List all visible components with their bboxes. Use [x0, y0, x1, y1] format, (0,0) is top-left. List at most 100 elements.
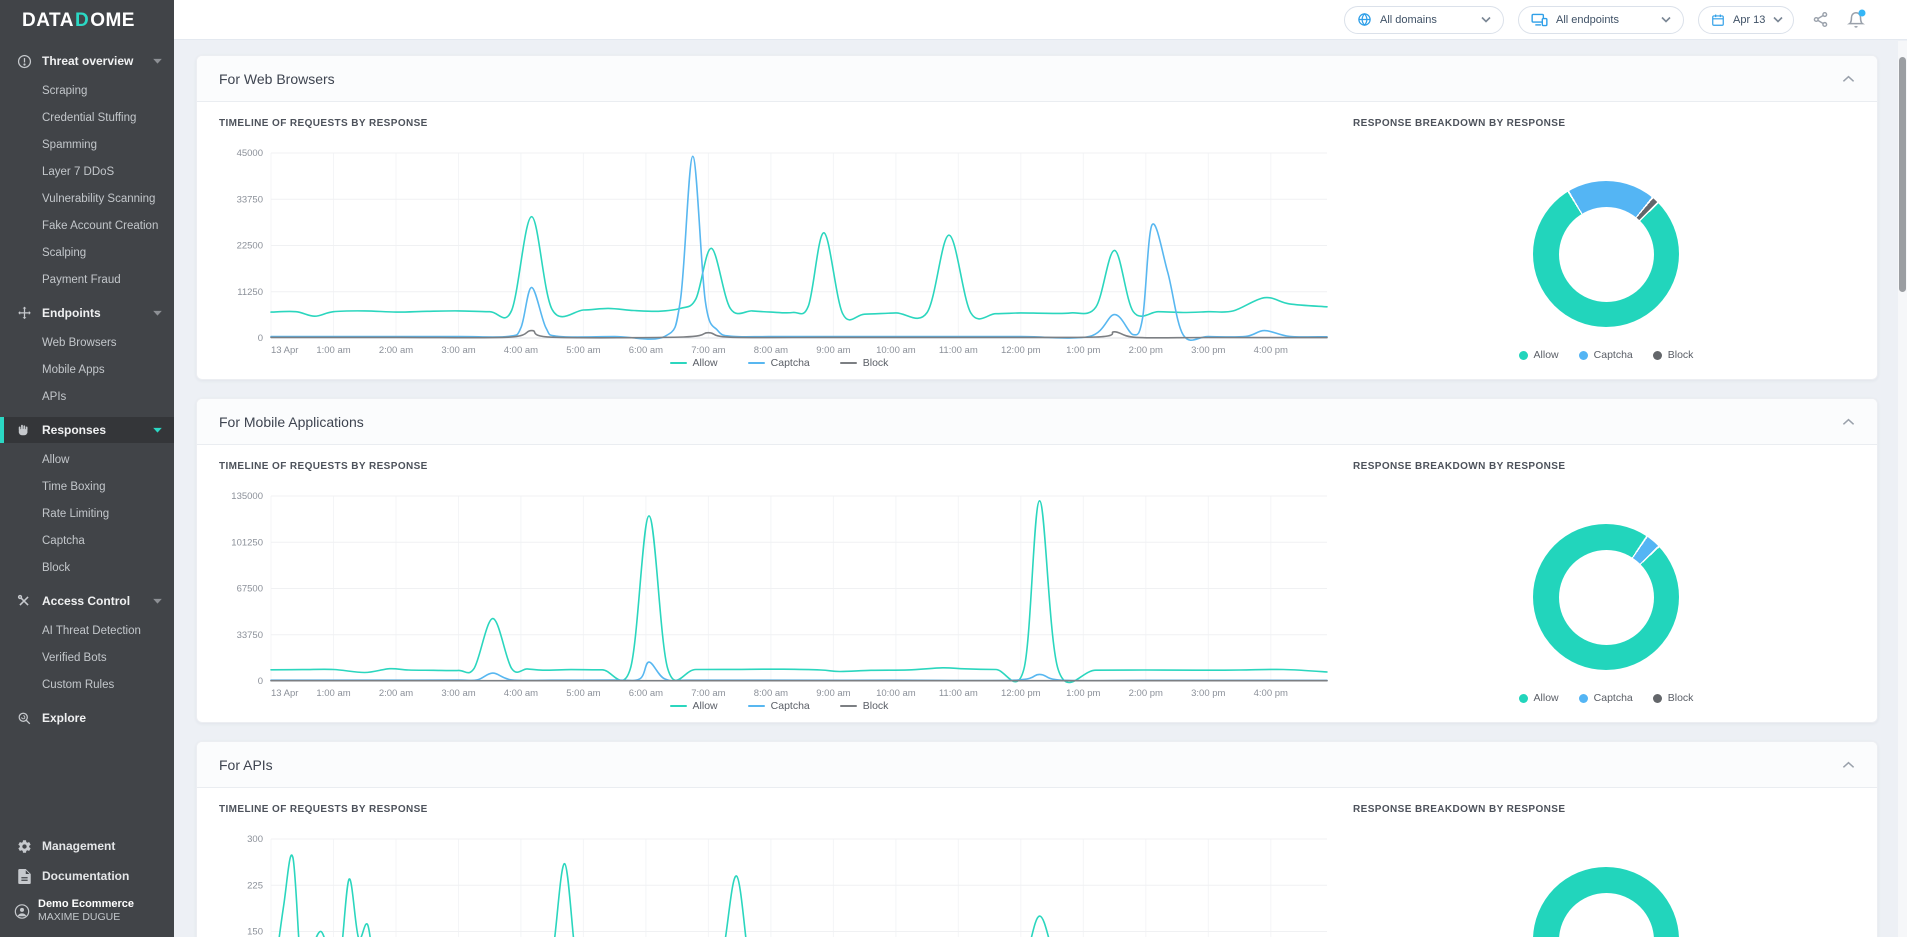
legend-line-swatch — [839, 362, 857, 364]
timeline-section: TIMELINE OF REQUESTS BY RESPONSE 45000 337… — [219, 118, 1339, 369]
notification-dot — [1858, 9, 1866, 17]
sidebar-item-apis[interactable]: APIs — [0, 387, 174, 407]
svg-text:6:00 am: 6:00 am — [629, 345, 663, 355]
chevron-up-icon[interactable] — [1842, 75, 1855, 83]
legend-item-captcha[interactable]: Captcha — [1578, 349, 1633, 361]
svg-text:11:00 am: 11:00 am — [939, 688, 978, 698]
panel-header[interactable]: For Mobile Applications — [197, 399, 1877, 445]
sidebar-item-fake-account-creation[interactable]: Fake Account Creation — [0, 216, 174, 236]
svg-text:4:00 pm: 4:00 pm — [1254, 345, 1288, 355]
legend-item-block[interactable]: Block — [1652, 349, 1693, 361]
sidebar-section-label: Responses — [42, 423, 107, 437]
date-filter-label: Apr 13 — [1733, 13, 1766, 26]
chevron-down-icon — [153, 58, 162, 64]
sidebar-section-responses[interactable]: Responses — [0, 417, 174, 443]
chevron-down-icon — [1481, 16, 1491, 23]
svg-text:33750: 33750 — [237, 194, 263, 205]
account-switcher[interactable]: Demo Ecommerce MAXIME DUGUE — [0, 891, 174, 925]
svg-text:150: 150 — [247, 927, 263, 937]
sidebar-item-time-boxing[interactable]: Time Boxing — [0, 477, 174, 497]
sidebar-section-explore[interactable]: Explore — [0, 705, 174, 731]
svg-text:4:00 am: 4:00 am — [504, 688, 538, 698]
sidebar-item-ai-threat-detection[interactable]: AI Threat Detection — [0, 621, 174, 641]
sidebar-section-endpoints[interactable]: Endpoints — [0, 300, 174, 326]
svg-text:7:00 am: 7:00 am — [691, 345, 725, 355]
timeline-section: TIMELINE OF REQUESTS BY RESPONSE 300 225 15… — [219, 804, 1339, 937]
svg-text:2:00 am: 2:00 am — [379, 345, 413, 355]
svg-text:135000: 135000 — [231, 491, 263, 502]
breakdown-title: RESPONSE BREAKDOWN BY RESPONSE — [1353, 461, 1566, 472]
panel-title: For APIs — [219, 756, 273, 773]
svg-text:33750: 33750 — [237, 630, 263, 641]
svg-text:4:00 pm: 4:00 pm — [1254, 688, 1288, 698]
legend-item-captcha[interactable]: Captcha — [1578, 692, 1633, 704]
svg-text:1:00 pm: 1:00 pm — [1066, 345, 1100, 355]
chevron-down-icon — [153, 310, 162, 316]
dashboard-content: For Web Browsers TIMELINE OF REQUESTS BY … — [174, 40, 1907, 937]
legend-item-block[interactable]: Block — [839, 357, 888, 369]
notifications-bell-icon[interactable] — [1847, 9, 1866, 29]
chevron-down-icon — [153, 427, 162, 433]
sidebar-item-mobile-apps[interactable]: Mobile Apps — [0, 360, 174, 380]
svg-text:13 Apr: 13 Apr — [271, 688, 298, 698]
alert-circle-icon — [16, 53, 32, 69]
share-icon[interactable] — [1812, 11, 1829, 28]
scrollbar-thumb[interactable] — [1899, 57, 1906, 292]
svg-text:12:00 pm: 12:00 pm — [1001, 688, 1041, 698]
sidebar-item-spamming[interactable]: Spamming — [0, 135, 174, 155]
account-org: Demo Ecommerce — [38, 898, 134, 910]
svg-text:45000: 45000 — [237, 148, 263, 159]
sidebar-item-web-browsers[interactable]: Web Browsers — [0, 333, 174, 353]
sidebar-item-custom-rules[interactable]: Custom Rules — [0, 675, 174, 695]
sidebar-section-label: Explore — [42, 711, 87, 725]
sidebar-item-allow[interactable]: Allow — [0, 450, 174, 470]
timeline-plot: 30022515075013 Apr1:00 am2:00 am3:00 am4… — [219, 829, 1339, 937]
sidebar-item-layer-7-ddos[interactable]: Layer 7 DDoS — [0, 162, 174, 182]
chevron-up-icon[interactable] — [1842, 418, 1855, 426]
calendar-icon — [1711, 13, 1725, 27]
domains-filter-dropdown[interactable]: All domains — [1344, 5, 1504, 34]
magnifier-icon — [16, 710, 32, 726]
chevron-down-icon — [153, 598, 162, 604]
breakdown-donut-chart — [1533, 867, 1679, 937]
sidebar-item-scraping[interactable]: Scraping — [0, 81, 174, 101]
sidebar-item-vulnerability-scanning[interactable]: Vulnerability Scanning — [0, 189, 174, 209]
sidebar-item-captcha[interactable]: Captcha — [0, 531, 174, 551]
chevron-up-icon[interactable] — [1842, 761, 1855, 769]
chevron-down-icon — [1661, 16, 1671, 23]
datadome-logo[interactable]: DATADOME — [0, 0, 174, 38]
legend-item-allow[interactable]: Allow — [669, 357, 718, 369]
devices-icon — [1531, 13, 1548, 27]
sidebar-item-rate-limiting[interactable]: Rate Limiting — [0, 504, 174, 524]
endpoints-filter-dropdown[interactable]: All endpoints — [1518, 5, 1684, 34]
legend-item-block[interactable]: Block — [1652, 692, 1693, 704]
sidebar-section-access-control[interactable]: Access Control — [0, 588, 174, 614]
legend-dot-swatch — [1578, 693, 1588, 703]
sidebar-footer: Management Documentation Demo Ecommerce MAX… — [0, 831, 174, 925]
legend-item-allow[interactable]: Allow — [1518, 692, 1559, 704]
sidebar-item-scalping[interactable]: Scalping — [0, 243, 174, 263]
sidebar-section-threat-overview[interactable]: Threat overview — [0, 48, 174, 74]
svg-text:11250: 11250 — [237, 287, 263, 298]
sidebar-item-management[interactable]: Management — [0, 831, 174, 861]
legend-item-captcha[interactable]: Captcha — [747, 700, 810, 712]
panel-header[interactable]: For Web Browsers — [197, 56, 1877, 102]
breakdown-legend: Allow Captcha Block — [1353, 692, 1859, 704]
legend-line-swatch — [669, 705, 687, 707]
sidebar-item-verified-bots[interactable]: Verified Bots — [0, 648, 174, 668]
svg-text:2:00 pm: 2:00 pm — [1129, 688, 1163, 698]
legend-item-captcha[interactable]: Captcha — [747, 357, 810, 369]
sidebar-item-documentation[interactable]: Documentation — [0, 861, 174, 891]
breakdown-section: RESPONSE BREAKDOWN BY RESPONSE Allow Captc… — [1339, 461, 1859, 712]
panel-header[interactable]: For APIs — [197, 742, 1877, 788]
legend-dot-swatch — [1518, 693, 1528, 703]
sidebar-item-block[interactable]: Block — [0, 558, 174, 578]
globe-icon — [1357, 12, 1372, 27]
sidebar-item-credential-stuffing[interactable]: Credential Stuffing — [0, 108, 174, 128]
date-filter-dropdown[interactable]: Apr 13 — [1698, 5, 1794, 34]
legend-item-allow[interactable]: Allow — [1518, 349, 1559, 361]
svg-text:1:00 am: 1:00 am — [316, 345, 350, 355]
sidebar-item-payment-fraud[interactable]: Payment Fraud — [0, 270, 174, 290]
legend-item-allow[interactable]: Allow — [669, 700, 718, 712]
legend-item-block[interactable]: Block — [839, 700, 888, 712]
